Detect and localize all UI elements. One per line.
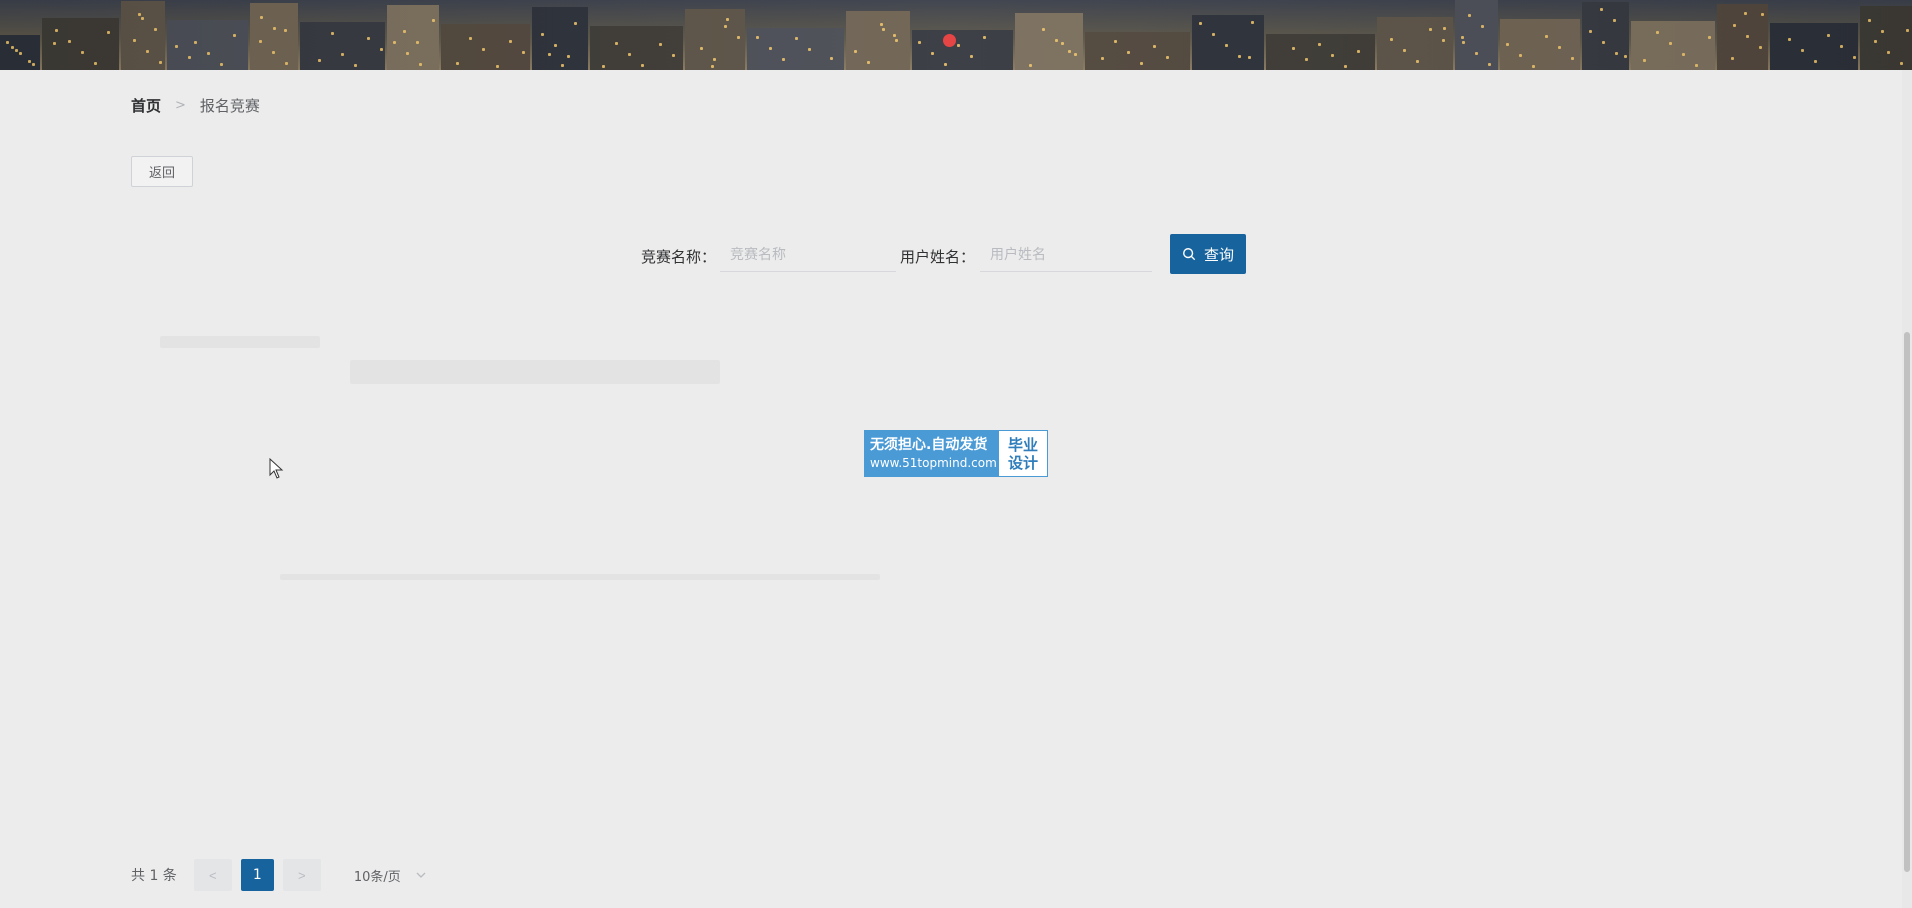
next-page-button[interactable]: > (282, 859, 321, 891)
watermark-right-line1: 毕业 (1007, 435, 1038, 454)
breadcrumb-current: 报名竞赛 (199, 97, 260, 115)
scrollbar-thumb[interactable] (1904, 332, 1910, 872)
header-banner-image (0, 0, 1912, 70)
page-size-value: 10条/页 (353, 869, 401, 885)
banner-overlay (0, 0, 1912, 70)
competition-name-label: 竞赛名称： (641, 248, 717, 266)
watermark-badge: 无须担心.自动发货 www.51topmind.com 毕业 设计 (864, 430, 1048, 477)
chevron-down-icon (416, 872, 426, 878)
back-button[interactable]: 返回 (131, 156, 193, 187)
mouse-cursor-icon (269, 458, 284, 479)
background-ghost-block (160, 336, 320, 348)
watermark-url: www.51topmind.com (870, 455, 997, 470)
watermark-slogan: 无须担心.自动发货 (870, 436, 988, 453)
pagination: 共 1 条 < 1 > 10条/页 (131, 859, 435, 891)
page-number-button[interactable]: 1 (240, 859, 274, 891)
breadcrumb: 首页 > 报名竞赛 (131, 95, 260, 116)
prev-page-button[interactable]: < (193, 859, 232, 891)
search-form: 竞赛名称： 用户姓名： 查询 (0, 234, 1912, 274)
banner-indicator-dot[interactable] (943, 34, 956, 47)
breadcrumb-home-link[interactable]: 首页 (131, 95, 161, 116)
watermark-right-line2: 设计 (1007, 453, 1038, 472)
background-ghost-block (280, 574, 880, 580)
user-name-label: 用户姓名： (900, 248, 976, 266)
background-ghost-block (350, 360, 720, 384)
page-scrollbar[interactable] (1902, 70, 1912, 908)
breadcrumb-separator: > (175, 98, 186, 113)
page-size-select[interactable]: 10条/页 (354, 859, 435, 891)
pagination-total: 共 1 条 (131, 868, 177, 884)
watermark-left: 无须担心.自动发货 www.51topmind.com (865, 431, 999, 476)
watermark-right: 毕业 设计 (999, 431, 1047, 476)
search-button[interactable]: 查询 (1170, 234, 1246, 274)
competition-name-input[interactable] (720, 238, 896, 272)
search-icon (1183, 248, 1196, 261)
search-button-label: 查询 (1203, 245, 1234, 264)
user-name-input[interactable] (980, 238, 1152, 272)
